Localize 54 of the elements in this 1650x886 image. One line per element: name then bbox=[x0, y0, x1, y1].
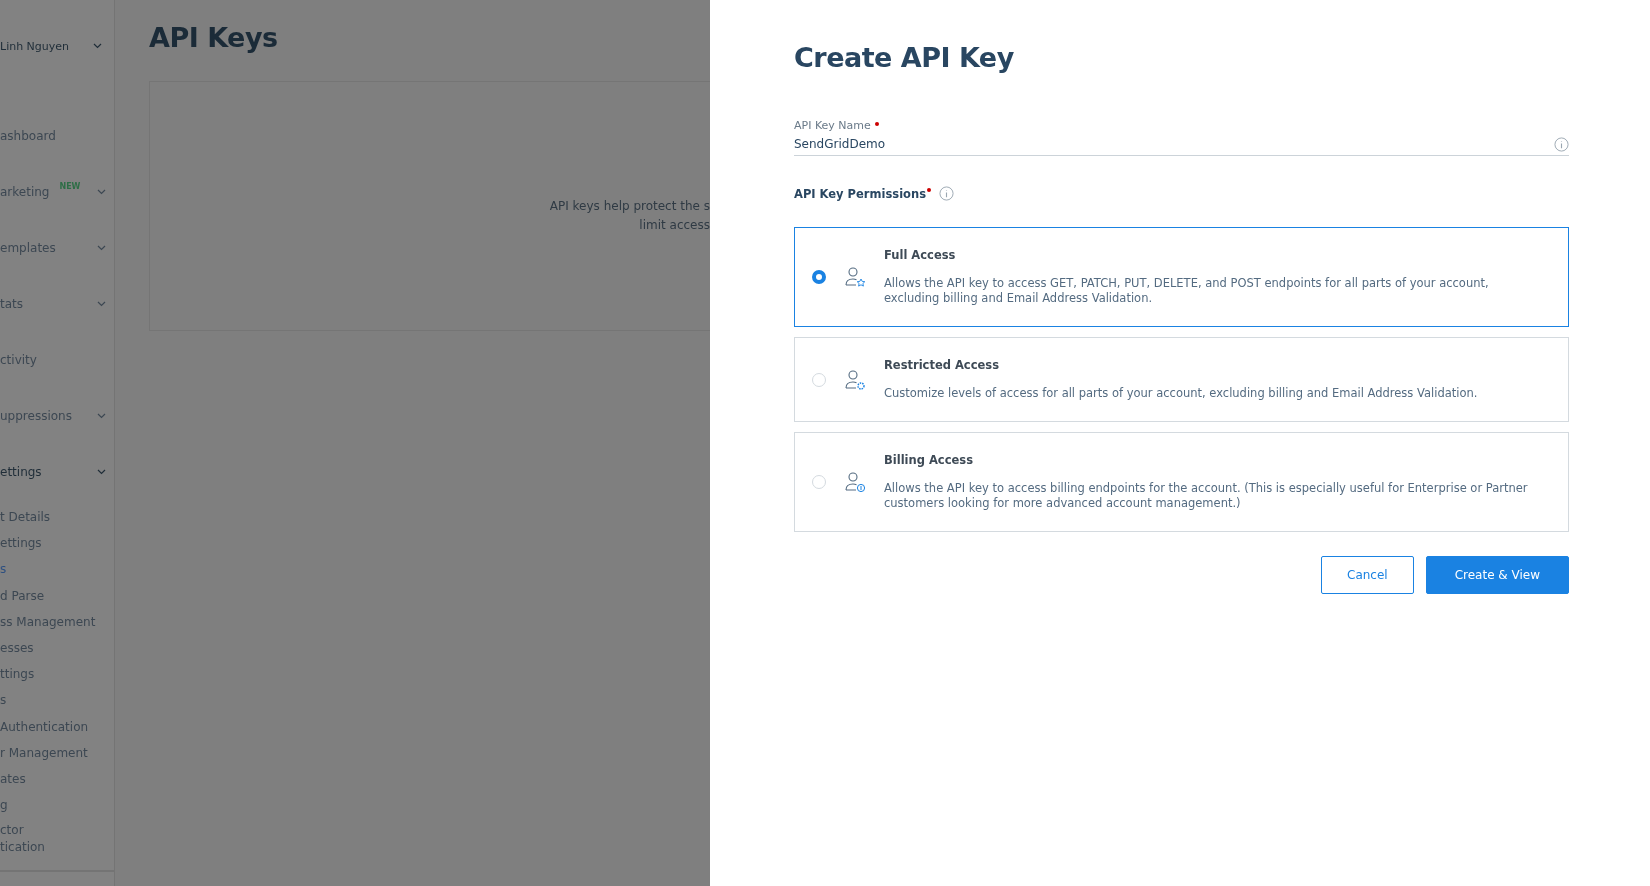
nav-subitem[interactable]: ettings bbox=[0, 530, 100, 557]
option-title: Billing Access bbox=[884, 453, 974, 467]
cancel-button[interactable]: Cancel bbox=[1321, 556, 1414, 594]
nav-subitem[interactable]: d Parse bbox=[0, 582, 100, 609]
option-description: Allows the API key to access GET, PATCH, PUT, DELETE, and POST endpoints for all parts of your account, excluding billing and Email Address Validation. bbox=[884, 276, 1490, 306]
nav-subitem[interactable]: t Details bbox=[0, 504, 100, 531]
info-icon[interactable] bbox=[1554, 136, 1569, 152]
nav-item[interactable]: uppressions bbox=[0, 388, 114, 444]
chevron-down-icon[interactable] bbox=[93, 43, 102, 49]
create-button[interactable]: Create & View bbox=[1425, 556, 1569, 594]
option-description: Customize levels of access for all parts of your account, excluding billing and Email Address Validation. bbox=[884, 386, 1478, 401]
user-star-icon bbox=[844, 266, 866, 288]
nav-subitem[interactable]: g bbox=[0, 792, 100, 819]
field-label: API Key Name bbox=[794, 119, 1569, 132]
section-label: API Key Permissions bbox=[794, 186, 931, 201]
nav-subitem[interactable]: ates bbox=[0, 766, 100, 793]
radio-button[interactable] bbox=[812, 270, 826, 284]
permission-option[interactable]: Billing Access Allows the API key to access billing endpoints for the account. (This is especially useful for Enterprise or Partner customers looking for more advanced account management.) bbox=[794, 432, 1569, 532]
nav-subitem[interactable]: ctor tication bbox=[0, 822, 60, 857]
chevron-down-icon[interactable] bbox=[97, 245, 106, 251]
nav-subitem[interactable]: Authentication bbox=[0, 713, 100, 740]
new-label: NEW bbox=[59, 182, 81, 191]
option-description: Allows the API key to access billing endpoints for the account. (This is especially useful for Enterprise or Partner customers looking for more advanced account management.) bbox=[884, 481, 1529, 511]
chevron-down-icon[interactable] bbox=[97, 301, 106, 307]
user-gear-icon bbox=[844, 368, 866, 391]
nav-item[interactable]: ashboard bbox=[0, 108, 114, 164]
nav-subitem[interactable]: ss Management bbox=[0, 608, 100, 635]
nav-subitem[interactable]: ttings bbox=[0, 661, 100, 688]
page-title: API Keys bbox=[149, 22, 279, 53]
chevron-down-icon[interactable] bbox=[97, 189, 106, 195]
empty-state-text: API keys help protect the s bbox=[549, 198, 710, 215]
input-field[interactable]: SendGridDemo bbox=[794, 137, 1554, 151]
option-title: Restricted Access bbox=[884, 358, 1000, 372]
nav-subitem[interactable]: s bbox=[0, 687, 100, 714]
user-name[interactable]: Linh Nguyen bbox=[0, 39, 70, 53]
user-coin-icon bbox=[844, 471, 866, 493]
chevron-down-icon[interactable] bbox=[97, 469, 106, 475]
nav-item[interactable]: tats bbox=[0, 276, 114, 332]
nav-item[interactable]: ctivity bbox=[0, 332, 114, 388]
dialog-title: Create API Key bbox=[794, 42, 1015, 73]
info-icon[interactable] bbox=[939, 186, 954, 201]
nav-item[interactable]: ettings bbox=[0, 444, 114, 500]
nav-subitem[interactable]: s bbox=[0, 556, 7, 583]
option-title: Full Access bbox=[884, 248, 957, 262]
nav-subitem[interactable]: esses bbox=[0, 635, 100, 662]
nav-item[interactable]: emplates bbox=[0, 220, 114, 276]
permission-option[interactable]: Restricted Access Customize levels of access for all parts of your account, excluding billing and Email Address Validation. bbox=[794, 337, 1569, 422]
required-dot bbox=[874, 122, 879, 126]
chevron-down-icon[interactable] bbox=[97, 413, 106, 419]
required-dot bbox=[927, 187, 931, 192]
permission-option[interactable]: Full Access Allows the API key to access GET, PATCH, PUT, DELETE, and POST endpoints for all parts of your account, excluding billing and Email Address Validation. bbox=[794, 227, 1569, 327]
nav-item[interactable]: arketing NEW bbox=[0, 164, 114, 220]
nav-subitem[interactable]: r Management bbox=[0, 739, 100, 767]
empty-state-text: limit access bbox=[639, 217, 710, 234]
